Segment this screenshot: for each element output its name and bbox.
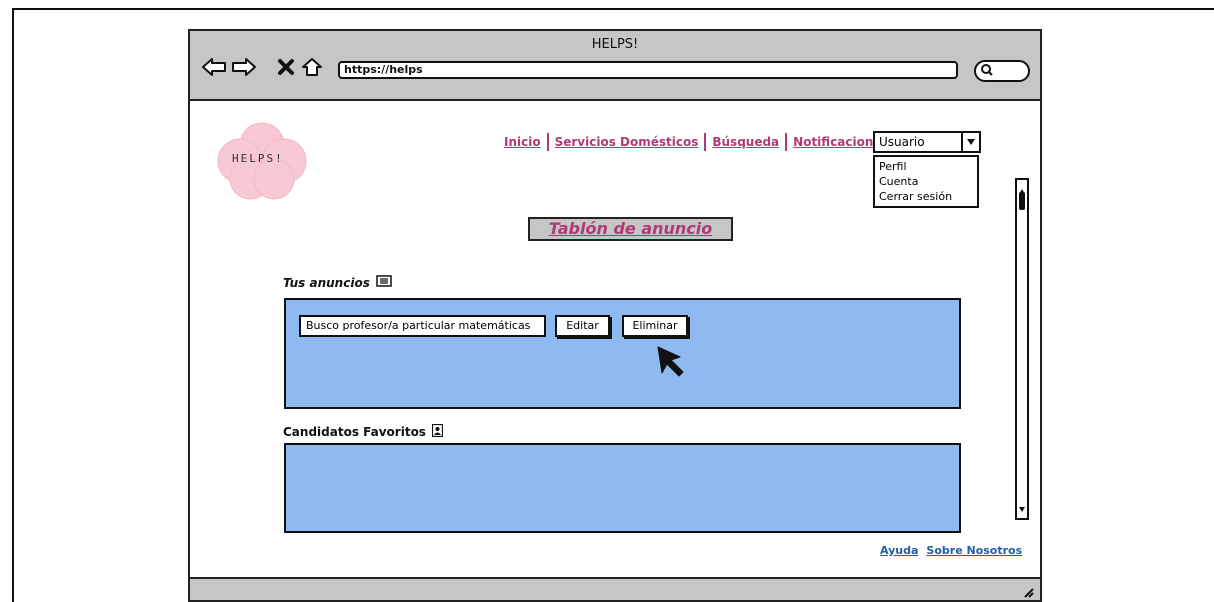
delete-button[interactable]: Eliminar <box>622 315 688 337</box>
user-menu-item-perfil[interactable]: Perfil <box>879 159 973 174</box>
frame-left-border <box>12 8 14 602</box>
mouse-cursor-icon <box>657 346 684 377</box>
browser-window: HELPS! https://helps HELPS! Inicio Servi… <box>188 29 1042 602</box>
favorites-panel <box>284 443 961 533</box>
nav-link-inicio[interactable]: Inicio <box>498 135 547 149</box>
search-field[interactable] <box>974 60 1030 82</box>
scrollbar-thumb[interactable] <box>1019 192 1025 210</box>
list-icon <box>376 275 392 290</box>
page-title: Tablón de anuncio <box>528 217 733 241</box>
vertical-scrollbar[interactable] <box>1015 178 1029 520</box>
scroll-down-icon[interactable] <box>1018 498 1026 517</box>
url-input[interactable]: https://helps <box>338 61 958 79</box>
user-dropdown[interactable]: Usuario <box>873 131 981 153</box>
home-icon[interactable] <box>298 55 326 79</box>
window-title: HELPS! <box>591 37 639 52</box>
frame-top-border <box>12 8 1214 10</box>
footer-links: Ayuda Sobre Nosotros <box>880 544 1022 557</box>
browser-titlebar: HELPS! https://helps <box>190 31 1040 101</box>
top-navigation: Inicio Servicios Domésticos Búsqueda Not… <box>498 132 913 152</box>
back-arrow-icon[interactable] <box>200 55 228 79</box>
search-icon <box>980 62 994 81</box>
nav-link-busqueda[interactable]: Búsqueda <box>706 135 785 149</box>
user-menu-item-cuenta[interactable]: Cuenta <box>879 174 973 189</box>
footer-link-sobre-nosotros[interactable]: Sobre Nosotros <box>926 544 1022 557</box>
user-dropdown-value: Usuario <box>879 135 925 149</box>
ads-section-title: Tus anuncios <box>283 275 370 290</box>
user-badge-icon <box>431 423 444 440</box>
close-icon[interactable] <box>272 55 300 79</box>
chevron-down-icon[interactable] <box>961 133 979 151</box>
ads-section-label: Tus anuncios <box>283 275 392 290</box>
browser-statusbar <box>190 577 1040 600</box>
nav-link-servicios[interactable]: Servicios Domésticos <box>549 135 705 149</box>
ad-item[interactable]: Busco profesor/a particular matemáticas <box>299 315 546 337</box>
edit-button[interactable]: Editar <box>555 315 610 337</box>
user-menu: Perfil Cuenta Cerrar sesión <box>873 155 979 208</box>
footer-link-ayuda[interactable]: Ayuda <box>880 544 918 557</box>
favorites-section-label: Candidatos Favoritos <box>283 423 444 440</box>
user-menu-item-cerrar-sesion[interactable]: Cerrar sesión <box>879 189 973 204</box>
forward-arrow-icon[interactable] <box>230 55 258 79</box>
favorites-section-title: Candidatos Favoritos <box>283 425 426 439</box>
resize-grip-icon[interactable] <box>1022 583 1034 602</box>
logo-text: HELPS! <box>232 152 284 165</box>
